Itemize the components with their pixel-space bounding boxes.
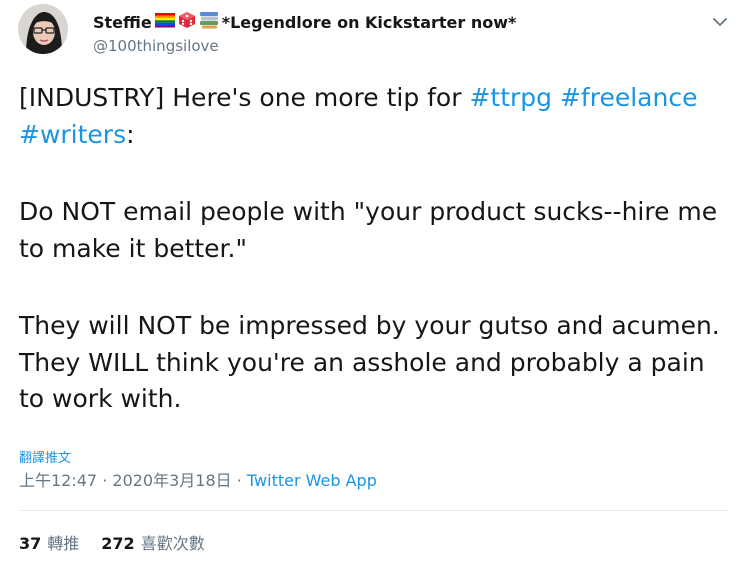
game-die-icon (178, 11, 196, 33)
tweet-paragraph: They will NOT be impressed by your gutso… (19, 308, 734, 418)
likes-stat[interactable]: 272 喜歡次數 (101, 530, 204, 554)
display-name-suffix[interactable]: *Legendlore on Kickstarter now* (222, 13, 517, 32)
tweet-text-segment: Do NOT email people with "your product s… (19, 197, 718, 263)
tweet-text-segment: : (126, 119, 135, 149)
tweet-paragraph: [INDUSTRY] Here's one more tip for #ttrp… (19, 80, 734, 153)
tweet-source-link[interactable]: Twitter Web App (247, 471, 377, 490)
author-name-row[interactable]: Steffie *Legendlore on Kickstarter now* (93, 10, 516, 34)
avatar[interactable] (18, 4, 68, 54)
meta-separator: · (231, 471, 247, 490)
likes-count: 272 (101, 534, 135, 553)
divider (19, 510, 729, 511)
hashtag-link[interactable]: #writers (19, 120, 126, 149)
tweet-meta: 上午12:47 · 2020年3月18日 · Twitter Web App (19, 467, 377, 491)
retweets-label: 轉推 (47, 534, 80, 553)
avatar-image (18, 4, 68, 54)
tweet-text-segment (552, 83, 560, 112)
tweet-text-segment: [INDUSTRY] Here's one more tip for (19, 83, 470, 112)
rainbow-flag-icon (154, 12, 175, 32)
hashtag-link[interactable]: #ttrpg (469, 83, 552, 112)
display-name[interactable]: Steffie (93, 13, 152, 32)
likes-label: 喜歡次數 (140, 534, 205, 553)
tweet-paragraph: Do NOT email people with "your product s… (19, 194, 734, 267)
translate-tweet-link[interactable]: 翻譯推文 (19, 447, 71, 466)
retweets-count: 37 (19, 534, 42, 553)
tweet-stats: 37 轉推 272 喜歡次數 (19, 530, 205, 554)
author-handle[interactable]: @100thingsilove (93, 37, 219, 55)
meta-separator: · (97, 471, 113, 490)
tweet-time[interactable]: 上午12:47 (19, 471, 97, 490)
tweet-text-segment: They will NOT be impressed by your gutso… (19, 311, 720, 413)
more-options-chevron-icon[interactable] (708, 10, 732, 34)
retweets-stat[interactable]: 37 轉推 (19, 530, 79, 554)
hashtag-link[interactable]: #freelance (560, 83, 697, 112)
tweet-text: [INDUSTRY] Here's one more tip for #ttrp… (19, 80, 734, 418)
books-icon (199, 11, 219, 33)
tweet-date[interactable]: 2020年3月18日 (112, 471, 231, 490)
